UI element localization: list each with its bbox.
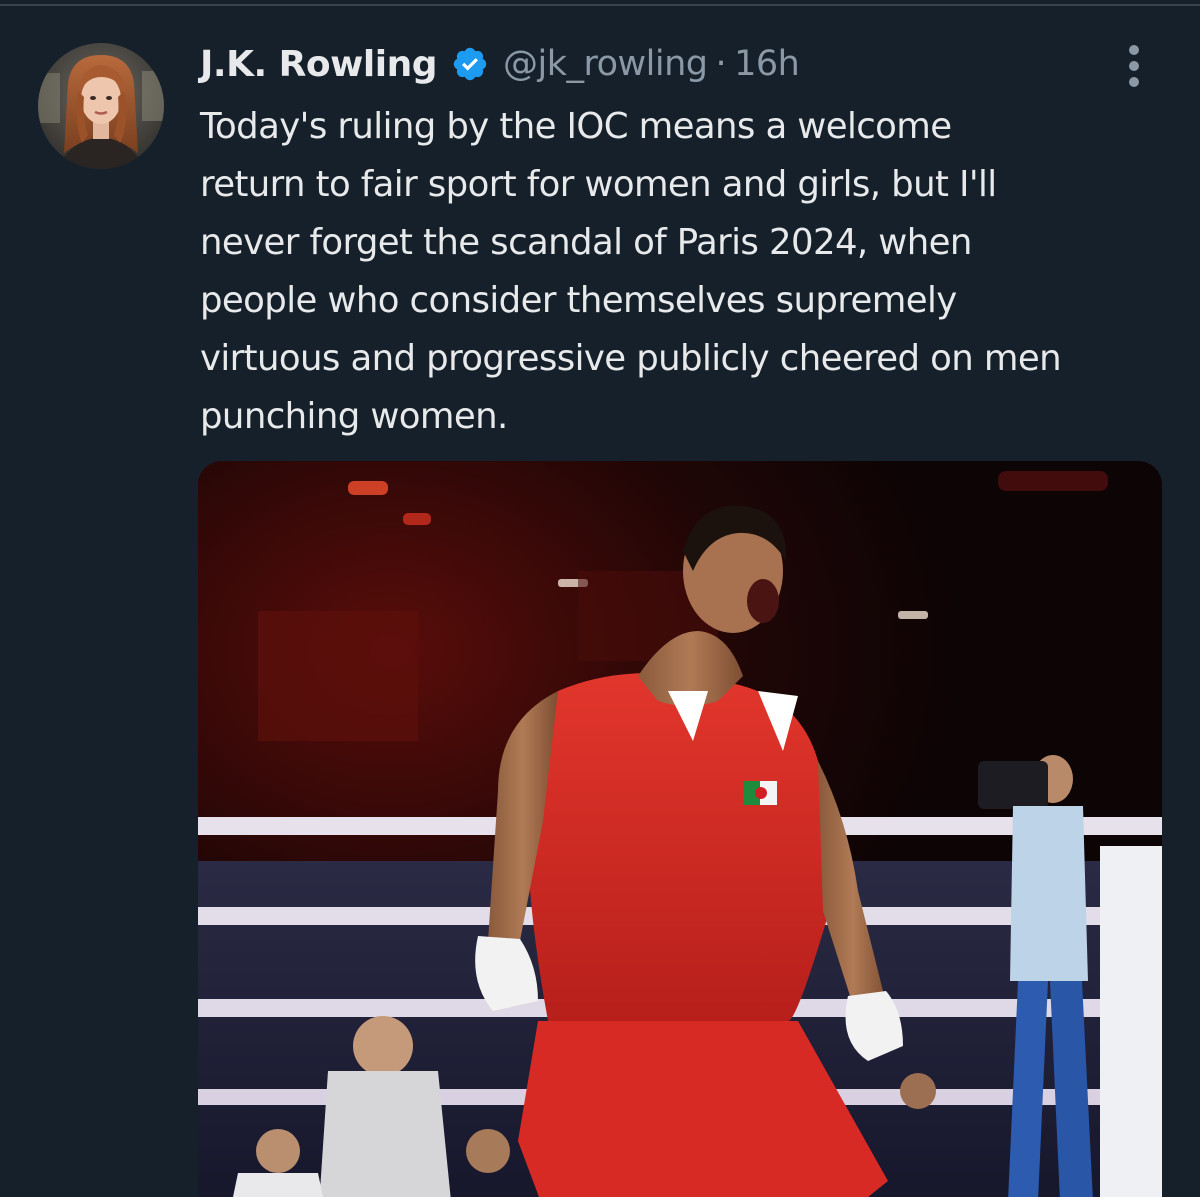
separator-dot: · xyxy=(715,44,727,84)
tweet-text-line: people who consider themselves supremely xyxy=(200,280,957,321)
more-options-button[interactable] xyxy=(1110,40,1158,92)
avatar-image xyxy=(38,43,164,169)
tweet-text: Today's ruling by the IOC means a welcom… xyxy=(200,98,1175,446)
more-vertical-icon xyxy=(1129,45,1139,87)
tweet-text-line: punching women. xyxy=(200,396,508,437)
tweet-text-line: Today's ruling by the IOC means a welcom… xyxy=(200,106,952,147)
tweet-header: J.K. Rowling @jk_rowling · 16h xyxy=(200,36,800,92)
tweet-text-line: return to fair sport for women and girls… xyxy=(200,164,997,205)
verified-badge-icon xyxy=(451,45,489,83)
author-avatar[interactable] xyxy=(38,43,164,169)
tweet-media-photo[interactable] xyxy=(198,461,1162,1197)
tweet-timestamp[interactable]: 16h xyxy=(734,44,800,84)
tweet-text-line: virtuous and progressive publicly cheere… xyxy=(200,338,1062,379)
author-handle[interactable]: @jk_rowling xyxy=(503,44,708,84)
tweet-page: J.K. Rowling @jk_rowling · 16h Today's r… xyxy=(0,0,1200,1197)
boxing-photo xyxy=(198,461,1162,1197)
tweet-text-line: never forget the scandal of Paris 2024, … xyxy=(200,222,972,263)
author-display-name[interactable]: J.K. Rowling xyxy=(200,44,437,85)
top-divider xyxy=(0,4,1200,6)
